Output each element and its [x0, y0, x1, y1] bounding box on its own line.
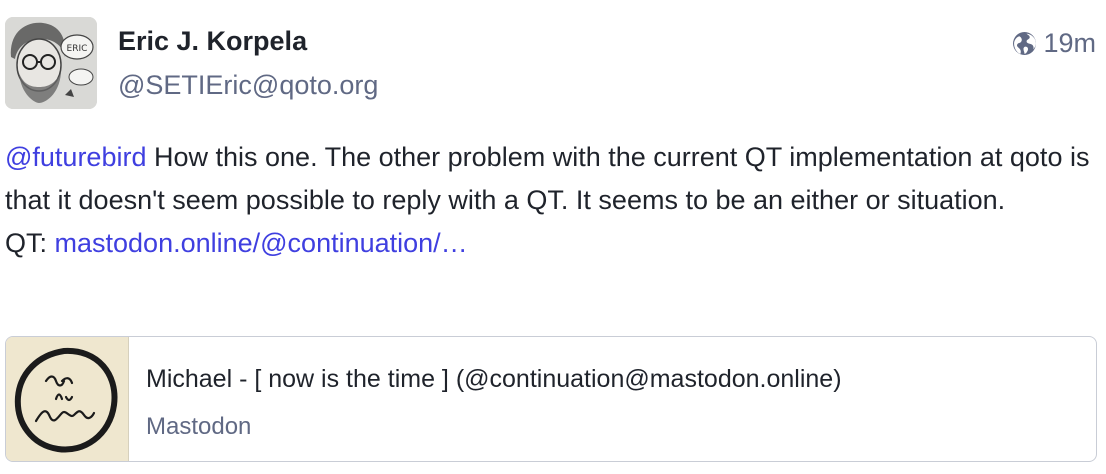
- author-display-name[interactable]: Eric J. Korpela: [118, 26, 307, 57]
- svg-text:ERIC: ERIC: [67, 44, 88, 54]
- card-provider: Mastodon: [146, 413, 252, 440]
- qt-link[interactable]: mastodon.online/@continuation/…: [55, 228, 468, 258]
- enso-calligraphy-image: [6, 337, 128, 461]
- timestamp[interactable]: 19m: [1043, 28, 1096, 59]
- avatar-sketch-image: ERIC: [5, 17, 97, 109]
- qt-prefix: QT:: [5, 228, 55, 258]
- globe-icon: [1013, 32, 1037, 55]
- quote-line: QT: mastodon.online/@continuation/…: [5, 222, 1100, 265]
- status-post: ERIC Eric J. Korpela @SETIEric@qoto.org …: [0, 0, 1106, 474]
- post-meta: 19m: [1012, 28, 1096, 59]
- post-content: @futurebird How this one. The other prob…: [5, 136, 1100, 265]
- avatar[interactable]: ERIC: [5, 17, 97, 109]
- author-handle[interactable]: @SETIEric@qoto.org: [118, 70, 378, 101]
- mention-link[interactable]: @futurebird: [5, 142, 146, 172]
- post-text: How this one. The other problem with the…: [5, 142, 1090, 215]
- post-paragraph: @futurebird How this one. The other prob…: [5, 136, 1100, 222]
- link-preview-card[interactable]: Michael - [ now is the time ] (@continua…: [5, 336, 1097, 462]
- card-thumbnail: [6, 337, 129, 461]
- card-title[interactable]: Michael - [ now is the time ] (@continua…: [146, 365, 842, 394]
- card-text: Michael - [ now is the time ] (@continua…: [129, 337, 842, 461]
